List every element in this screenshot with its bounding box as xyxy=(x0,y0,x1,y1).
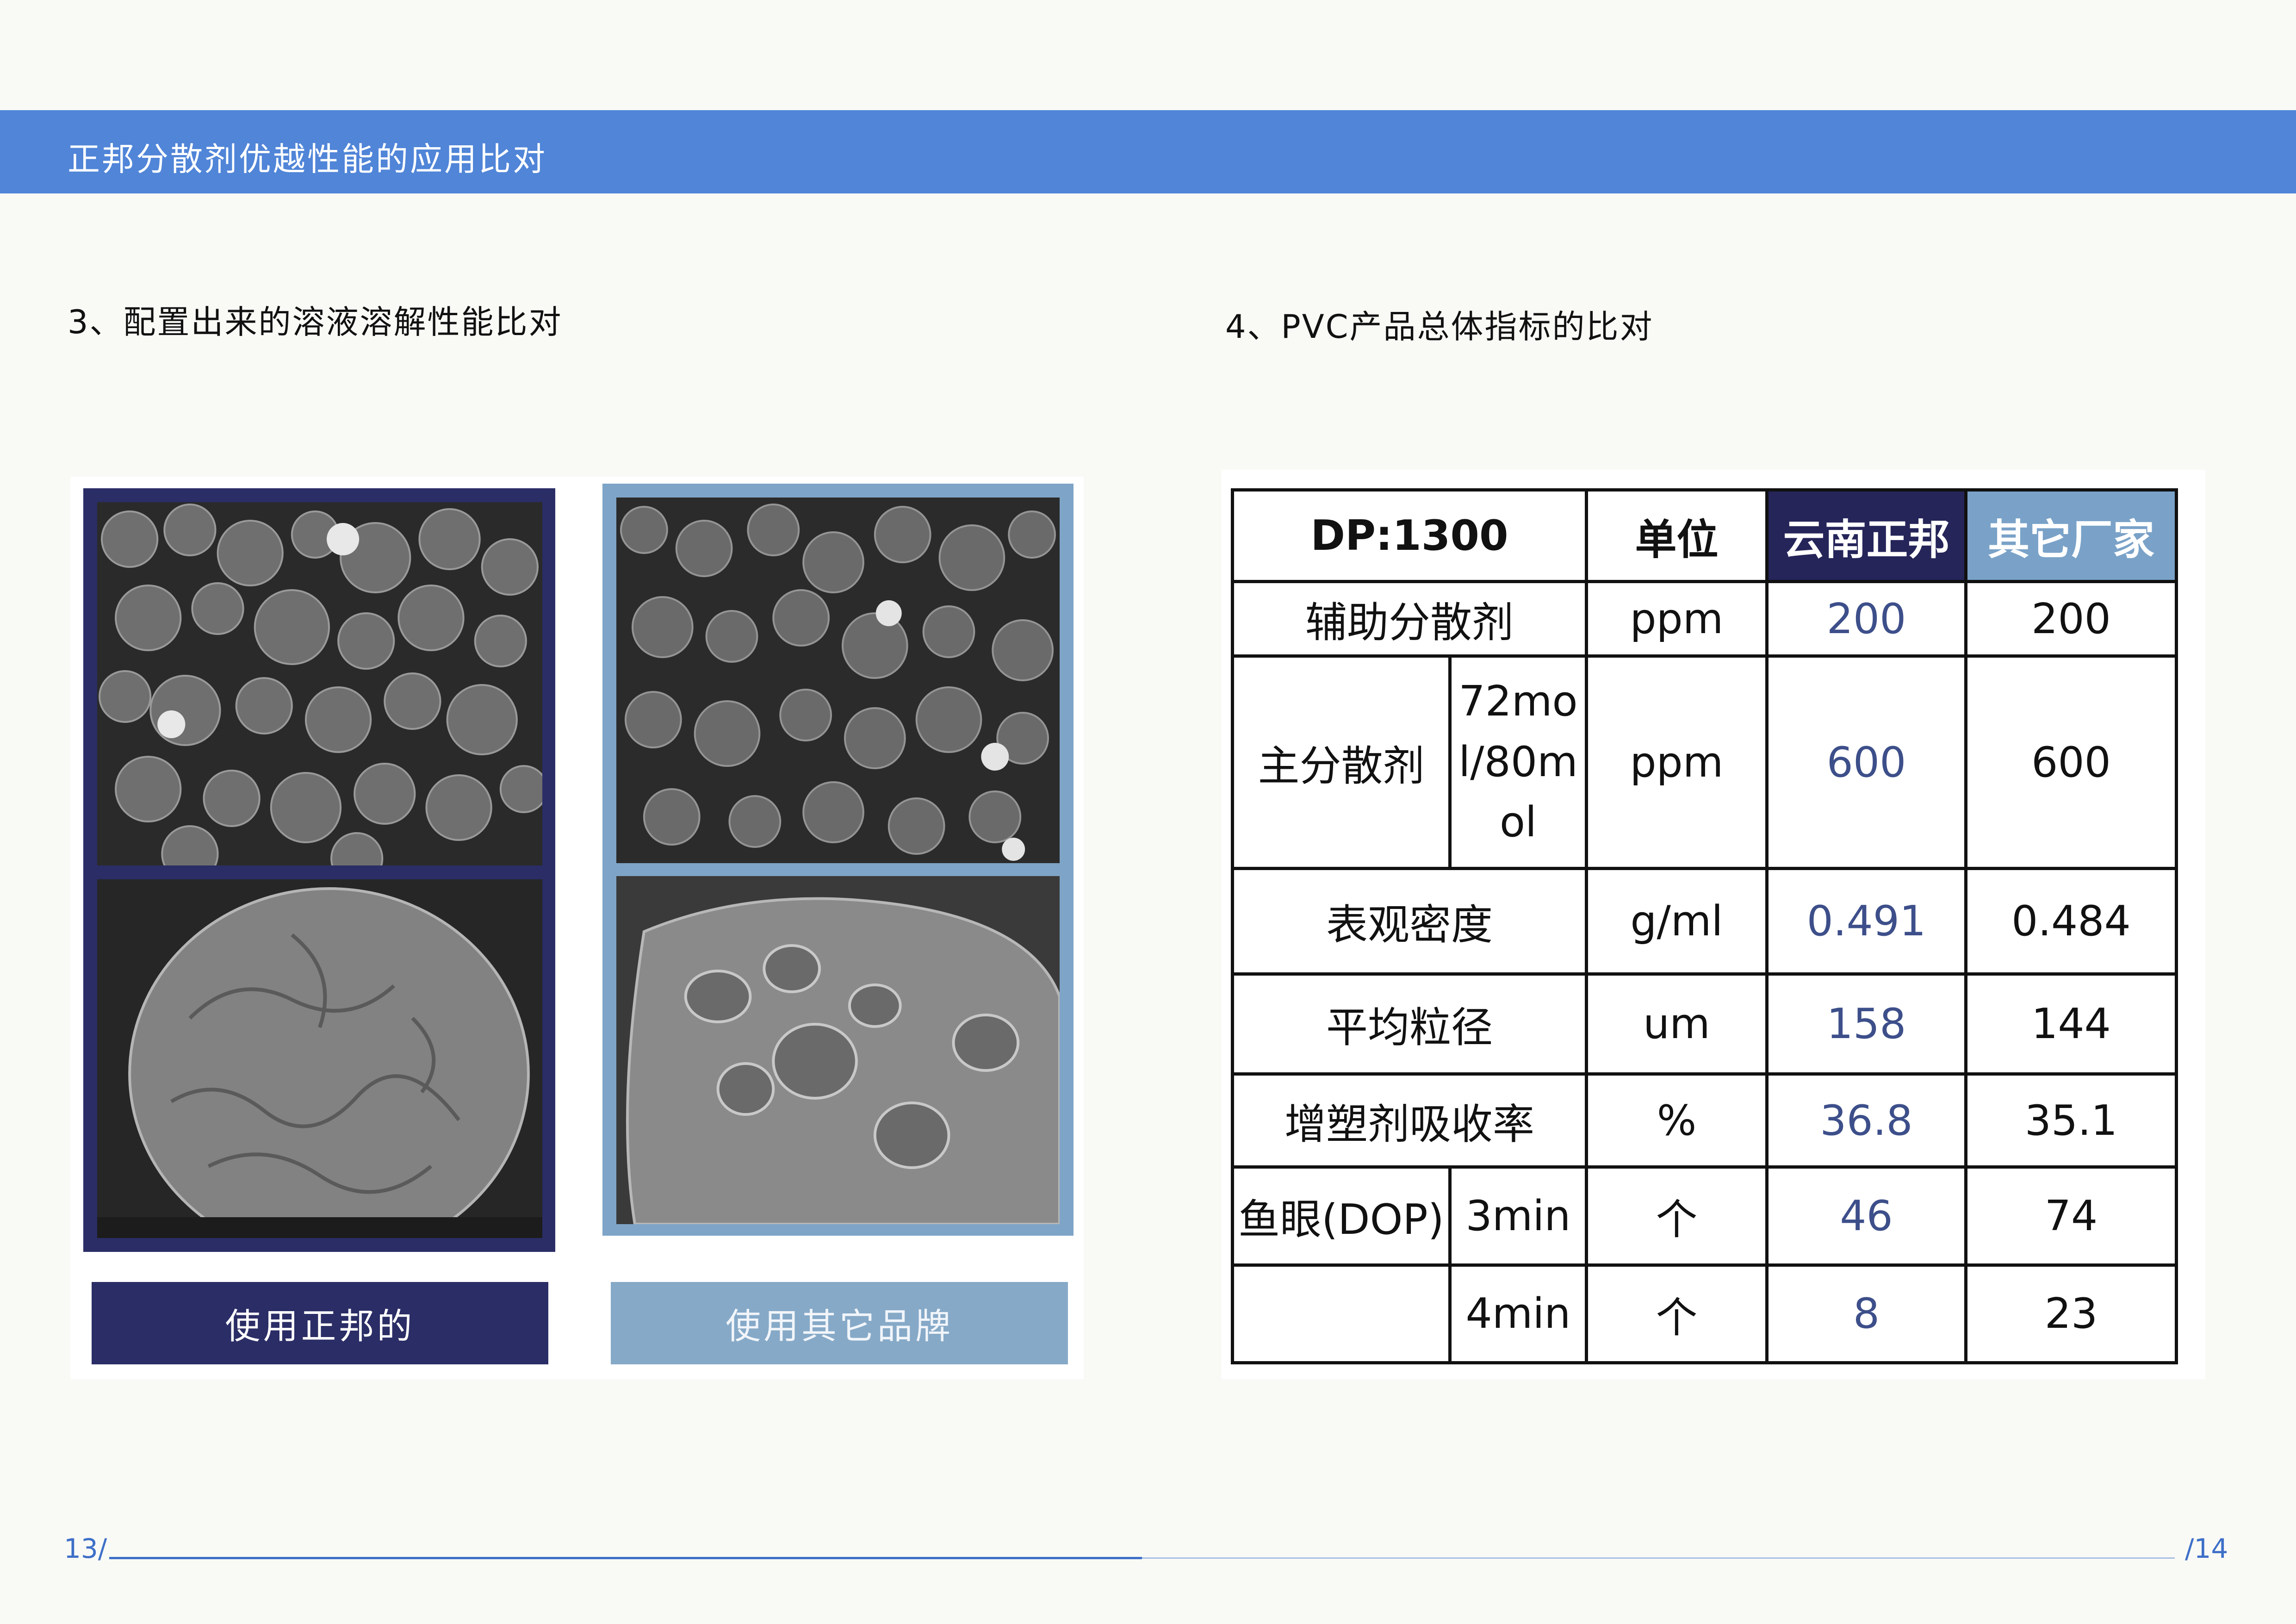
row-value-other: 23 xyxy=(1964,1263,2178,1365)
row-subname: 4min xyxy=(1448,1263,1588,1365)
row-value-other: 600 xyxy=(1964,654,2178,871)
page-number-left: 13/ xyxy=(64,1533,107,1564)
row-value-zhengbang: 600 xyxy=(1765,654,1967,871)
table-row: 主分散剂 72mol/80mol ppm 600 600 xyxy=(1231,654,2178,871)
table-row: 表观密度 g/ml 0.491 0.484 xyxy=(1231,867,2178,976)
header-unit: 单位 xyxy=(1585,488,1769,584)
row-unit: g/ml xyxy=(1585,867,1769,976)
zhengbang-sem-closeup-image xyxy=(97,879,542,1238)
zhengbang-sem-overview-image xyxy=(97,502,542,865)
row-unit: % xyxy=(1585,1072,1769,1169)
header-zhengbang: 云南正邦 xyxy=(1765,488,1967,584)
other-brand-caption: 使用其它品牌 xyxy=(611,1282,1068,1364)
row-subname: 3min xyxy=(1448,1165,1588,1267)
row-value-zhengbang: 46 xyxy=(1765,1165,1967,1267)
row-value-zhengbang: 36.8 xyxy=(1765,1072,1967,1169)
page-title: 正邦分散剂优越性能的应用比对 xyxy=(68,140,547,178)
pvc-comparison-table: DP:1300 单位 云南正邦 其它厂家 辅助分散剂 ppm 200 200 主… xyxy=(1231,488,2178,1365)
row-unit: ppm xyxy=(1585,654,1769,871)
row-unit: 个 xyxy=(1585,1263,1769,1365)
footer-progress-line xyxy=(109,1557,1142,1559)
page-number-right: /14 xyxy=(2185,1533,2228,1564)
row-value-zhengbang: 158 xyxy=(1765,972,1967,1076)
header-other: 其它厂家 xyxy=(1964,488,2178,584)
table-header-row: DP:1300 单位 云南正邦 其它厂家 xyxy=(1231,488,2178,584)
row-value-other: 200 xyxy=(1964,580,2178,658)
row-name xyxy=(1231,1263,1452,1365)
other-brand-sem-closeup-image xyxy=(616,876,1060,1224)
table-row: 增塑剂吸收率 % 36.8 35.1 xyxy=(1231,1072,2178,1169)
left-section-title: 3、配置出来的溶液溶解性能比对 xyxy=(68,303,563,341)
row-unit: ppm xyxy=(1585,580,1769,658)
row-value-zhengbang: 0.491 xyxy=(1765,867,1967,976)
row-name: 鱼眼(DOP) xyxy=(1231,1165,1452,1267)
right-section-title: 4、PVC产品总体指标的比对 xyxy=(1225,308,1654,346)
row-name: 增塑剂吸收率 xyxy=(1231,1072,1588,1169)
row-value-other: 35.1 xyxy=(1964,1072,2178,1169)
table-row: 辅助分散剂 ppm 200 200 xyxy=(1231,580,2178,658)
row-value-zhengbang: 8 xyxy=(1765,1263,1967,1365)
header-param: DP:1300 xyxy=(1231,488,1588,584)
footer-remaining-line xyxy=(1142,1557,2175,1559)
table-row: 4min 个 8 23 xyxy=(1231,1263,2178,1365)
row-value-other: 144 xyxy=(1964,972,2178,1076)
row-name: 主分散剂 xyxy=(1231,654,1452,871)
row-value-other: 0.484 xyxy=(1964,867,2178,976)
row-name: 表观密度 xyxy=(1231,867,1588,976)
row-unit: 个 xyxy=(1585,1165,1769,1267)
table-row: 鱼眼(DOP) 3min 个 46 74 xyxy=(1231,1165,2178,1267)
row-value-zhengbang: 200 xyxy=(1765,580,1967,658)
row-unit: um xyxy=(1585,972,1769,1076)
row-name: 平均粒径 xyxy=(1231,972,1588,1076)
row-name: 辅助分散剂 xyxy=(1231,580,1588,658)
table-row: 平均粒径 um 158 144 xyxy=(1231,972,2178,1076)
other-brand-sem-overview-image xyxy=(616,498,1060,863)
row-subname: 72mol/80mol xyxy=(1448,654,1588,871)
zhengbang-caption: 使用正邦的 xyxy=(92,1282,548,1364)
row-value-other: 74 xyxy=(1964,1165,2178,1267)
